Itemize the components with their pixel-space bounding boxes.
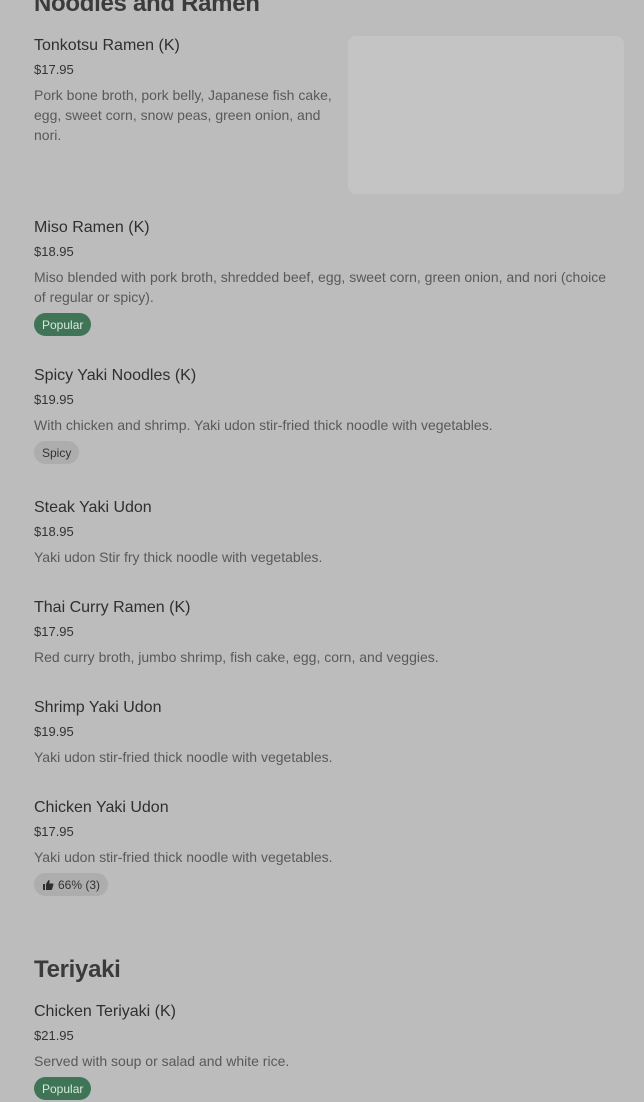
rating-text: 66% (3) — [58, 877, 101, 892]
item-price: $17.95 — [34, 824, 74, 839]
item-name: Chicken Yaki Udon — [34, 799, 169, 816]
menu-item-tonkotsu-ramen[interactable]: Tonkotsu Ramen (K) $17.95 Pork bone brot… — [34, 36, 334, 145]
item-description: With chicken and shrimp. Yaki udon stir-… — [34, 417, 493, 433]
item-description: Yaki udon stir-fried thick noodle with v… — [34, 749, 333, 765]
item-name: Thai Curry Ramen (K) — [34, 599, 191, 616]
rating-badge: 66% (3) — [34, 873, 109, 896]
menu-item-chicken-yaki-udon[interactable]: Chicken Yaki Udon $17.95 Yaki udon stir-… — [34, 798, 614, 896]
menu-item-spicy-yaki-noodles[interactable]: Spicy Yaki Noodles (K) $19.95 With chick… — [34, 366, 614, 464]
menu-item-shrimp-yaki-udon[interactable]: Shrimp Yaki Udon $19.95 Yaki udon stir-f… — [34, 698, 614, 767]
popular-badge: Popular — [34, 1077, 92, 1100]
menu-item-steak-yaki-udon[interactable]: Steak Yaki Udon $18.95 Yaki udon Stir fr… — [34, 498, 614, 567]
item-price: $19.95 — [34, 724, 74, 739]
item-price: $19.95 — [34, 392, 74, 407]
item-name: Tonkotsu Ramen (K) — [34, 37, 180, 54]
item-description: Miso blended with pork broth, shredded b… — [34, 269, 607, 305]
popular-badge: Popular — [34, 313, 92, 336]
item-description: Red curry broth, jumbo shrimp, fish cake… — [34, 649, 439, 665]
menu-item-miso-ramen[interactable]: Miso Ramen (K) $18.95 Miso blended with … — [34, 218, 614, 336]
item-price: $21.95 — [34, 1028, 74, 1043]
item-price: $17.95 — [34, 624, 74, 639]
item-name: Miso Ramen (K) — [34, 219, 150, 236]
item-price: $18.95 — [34, 244, 74, 259]
tonkotsu-ramen-image[interactable] — [348, 36, 624, 194]
thumbs-up-icon — [43, 879, 54, 890]
item-description: Yaki udon stir-fried thick noodle with v… — [34, 849, 333, 865]
item-price: $18.95 — [34, 524, 74, 539]
menu-item-chicken-teriyaki[interactable]: Chicken Teriyaki (K) $21.95 Served with … — [34, 1002, 614, 1100]
item-name: Spicy Yaki Noodles (K) — [34, 367, 197, 384]
item-name: Shrimp Yaki Udon — [34, 699, 162, 716]
section-title-noodles: Noodles and Ramen — [34, 0, 260, 17]
item-description: Served with soup or salad and white rice… — [34, 1053, 290, 1069]
item-price: $17.95 — [34, 62, 74, 77]
menu-item-thai-curry-ramen[interactable]: Thai Curry Ramen (K) $17.95 Red curry br… — [34, 598, 614, 667]
item-name: Steak Yaki Udon — [34, 499, 152, 516]
spicy-badge: Spicy — [34, 441, 80, 464]
section-title-teriyaki: Teriyaki — [34, 956, 121, 983]
item-description: Yaki udon Stir fry thick noodle with veg… — [34, 549, 323, 565]
item-description: Pork bone broth, pork belly, Japanese fi… — [34, 87, 332, 143]
item-name: Chicken Teriyaki (K) — [34, 1003, 176, 1020]
